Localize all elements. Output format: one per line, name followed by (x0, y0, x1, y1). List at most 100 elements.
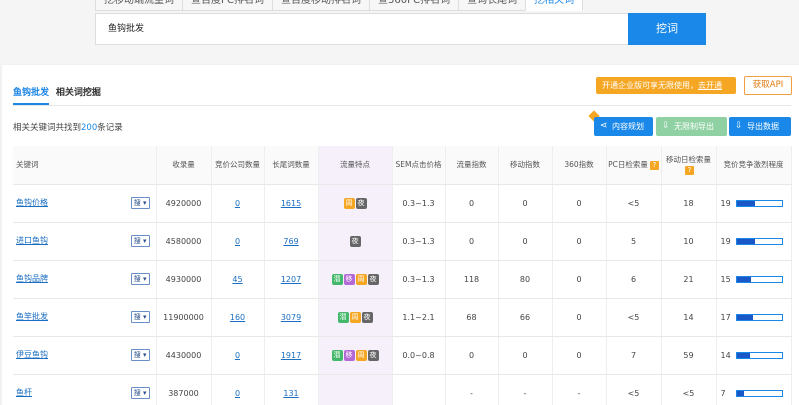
traffic-feature-cell: 夜 (318, 222, 393, 261)
competition-value: 14 (720, 350, 731, 360)
table-row: 伊豆鱼钩搜 ▾ 4430000 0 1917 潜移周夜 0.0~0.8 0 0 … (13, 336, 792, 375)
col-included: 收录量 (156, 146, 212, 185)
tab-related-words[interactable]: 挖相关词 (525, 0, 584, 11)
longtail-link[interactable]: 769 (283, 237, 298, 246)
traffic-feature-cell: 潜移周夜 (318, 260, 393, 299)
bidding-link[interactable]: 0 (235, 199, 240, 208)
360-index-cell: 0 (552, 336, 607, 375)
keyword-link[interactable]: 鱼钩品牌 (16, 274, 48, 283)
tab-mobile-traffic[interactable]: 挖移动端流量词 (95, 0, 183, 11)
keyword-link[interactable]: 进口鱼钩 (16, 236, 48, 245)
sub-tab-related[interactable]: 相关词挖掘 (56, 88, 101, 98)
longtail-link[interactable]: 3079 (281, 313, 301, 322)
traffic-tag-ye: 夜 (349, 235, 361, 247)
sem-cell: 0.3~1.3 (392, 260, 446, 299)
traffic-feature-cell: 潜移周夜 (318, 336, 393, 375)
competition-fill (736, 390, 744, 396)
longtail-link[interactable]: 131 (283, 389, 298, 398)
keyword-link[interactable]: 鱼钩价格 (16, 198, 48, 207)
longtail-link[interactable]: 1615 (281, 199, 301, 208)
pc-daily-cell: 6 (606, 260, 662, 299)
keyword-cell: 鱼钩价格 搜 ▾ (13, 184, 157, 223)
360-index-cell: 0 (552, 222, 607, 261)
pc-daily-label: PC日检索量 (608, 159, 648, 169)
promo-banner: 开通企业版可享无限使用，去开通 (596, 77, 736, 94)
table-row: 进口鱼钩搜 ▾ 4580000 0 769 夜 0.3~1.3 0 0 0 5 … (13, 222, 792, 261)
competition-bar (735, 389, 783, 397)
search-tag-label: 搜 (133, 351, 141, 359)
competition-fill (736, 314, 753, 320)
search-button[interactable]: 挖词 (628, 13, 706, 45)
mobile-daily-cell: 21 (661, 260, 717, 299)
longtail-link[interactable]: 1917 (281, 351, 301, 360)
promo-text: 开通企业版可享无限使用， (602, 81, 698, 90)
pc-daily-cell: <5 (606, 374, 662, 405)
competition-value: 7 (720, 388, 726, 398)
traffic-tag-ye: 夜 (355, 197, 367, 209)
longtail-link[interactable]: 1207 (281, 275, 301, 284)
search-dropdown[interactable]: 搜 ▾ (130, 235, 150, 247)
competition-fill (736, 200, 755, 206)
search-dropdown[interactable]: 搜 ▾ (130, 273, 150, 285)
help-icon[interactable]: ? (685, 165, 694, 175)
keyword-cell: 进口鱼钩 搜 ▾ (13, 222, 157, 261)
keyword-link[interactable]: 伊豆鱼钩 (16, 350, 48, 359)
competition-value: 17 (720, 312, 731, 322)
col-keyword: 关键词 (13, 146, 157, 185)
tab-baidu-mobile-rank[interactable]: 查百度移动排名词 (272, 0, 371, 11)
competition-bar (735, 275, 783, 283)
search-dropdown[interactable]: 搜 ▾ (130, 349, 150, 361)
search-tag-label: 搜 (133, 313, 141, 321)
bidding-link[interactable]: 45 (232, 275, 242, 284)
tab-360-pc-rank[interactable]: 查360PC排名词 (369, 0, 460, 11)
export-data-button[interactable]: ⇩ 导出数据 (729, 117, 791, 136)
traffic-tag-mo: 周 (355, 349, 367, 361)
help-icon[interactable]: ? (649, 160, 659, 170)
bidding-link[interactable]: 0 (235, 351, 240, 360)
included-cell: 11900000 (156, 298, 212, 337)
keyword-link[interactable]: 鱼竿批发 (16, 312, 48, 321)
bidding-link[interactable]: 0 (235, 389, 240, 398)
traffic-tag-ye: 夜 (367, 349, 379, 361)
bidding-link[interactable]: 0 (235, 237, 240, 246)
traffic-index-cell: 0 (445, 222, 499, 261)
search-dropdown[interactable]: 搜 ▾ (130, 311, 150, 323)
table-row: 鱼杆 搜 ▾ 387000 0 131 - - - <5 <5 7 (13, 374, 792, 405)
content-plan-button[interactable]: ⋖ 内容规划 (594, 117, 653, 136)
promo-link[interactable]: 去开通 (698, 81, 722, 90)
mobile-index-cell: 66 (498, 298, 553, 337)
traffic-tag-qian: 潜 (337, 311, 349, 323)
unlimited-export-button[interactable]: ⇩ 无限制导出 (656, 117, 727, 136)
included-cell: 387000 (156, 374, 212, 405)
traffic-tag-ye: 夜 (367, 273, 379, 285)
traffic-feature-cell: 周夜 (318, 184, 393, 223)
table-header: 关键词 收录量 竞价公司数量 长尾词数量 流量特点 SEM点击价格 流量指数 移… (13, 146, 792, 185)
search-dropdown[interactable]: 搜 ▾ (130, 387, 150, 399)
mobile-daily-label: 移动日检索量 (666, 154, 711, 164)
competition-cell: 7 (716, 374, 792, 405)
keyword-link[interactable]: 鱼杆 (16, 388, 32, 397)
keyword-cell: 鱼竿批发 搜 ▾ (13, 298, 157, 337)
traffic-index-cell: 0 (445, 336, 499, 375)
col-longtail: 长尾词数量 (264, 146, 319, 185)
sub-tabs: 鱼钩批发 相关词挖掘 (13, 85, 105, 105)
col-bidding: 竞价公司数量 (211, 146, 265, 185)
results-panel: 鱼钩批发 相关词挖掘 开通企业版可享无限使用，去开通 获取API 相关关键词共找… (2, 65, 799, 405)
col-sem: SEM点击价格 (392, 146, 446, 185)
col-pc-daily: PC日检索量? (606, 146, 662, 185)
tab-baidu-pc-rank[interactable]: 查百度PC排名词 (182, 0, 274, 11)
bidding-link[interactable]: 160 (230, 313, 245, 322)
included-cell: 4930000 (156, 260, 212, 299)
mobile-daily-cell: 10 (661, 222, 717, 261)
search-input[interactable]: 鱼钩批发 (95, 13, 630, 45)
traffic-tag-mo: 周 (349, 311, 361, 323)
competition-value: 15 (720, 274, 731, 284)
pc-daily-cell: 5 (606, 222, 662, 261)
mobile-index-cell: 0 (498, 222, 553, 261)
sub-tab-keyword[interactable]: 鱼钩批发 (13, 88, 50, 105)
bidding-cell: 0 (211, 222, 265, 261)
tab-longtail[interactable]: 查询长尾词 (458, 0, 527, 11)
search-dropdown[interactable]: 搜 ▾ (130, 197, 150, 209)
bidding-cell: 45 (211, 260, 265, 299)
get-api-button[interactable]: 获取API (744, 76, 792, 95)
